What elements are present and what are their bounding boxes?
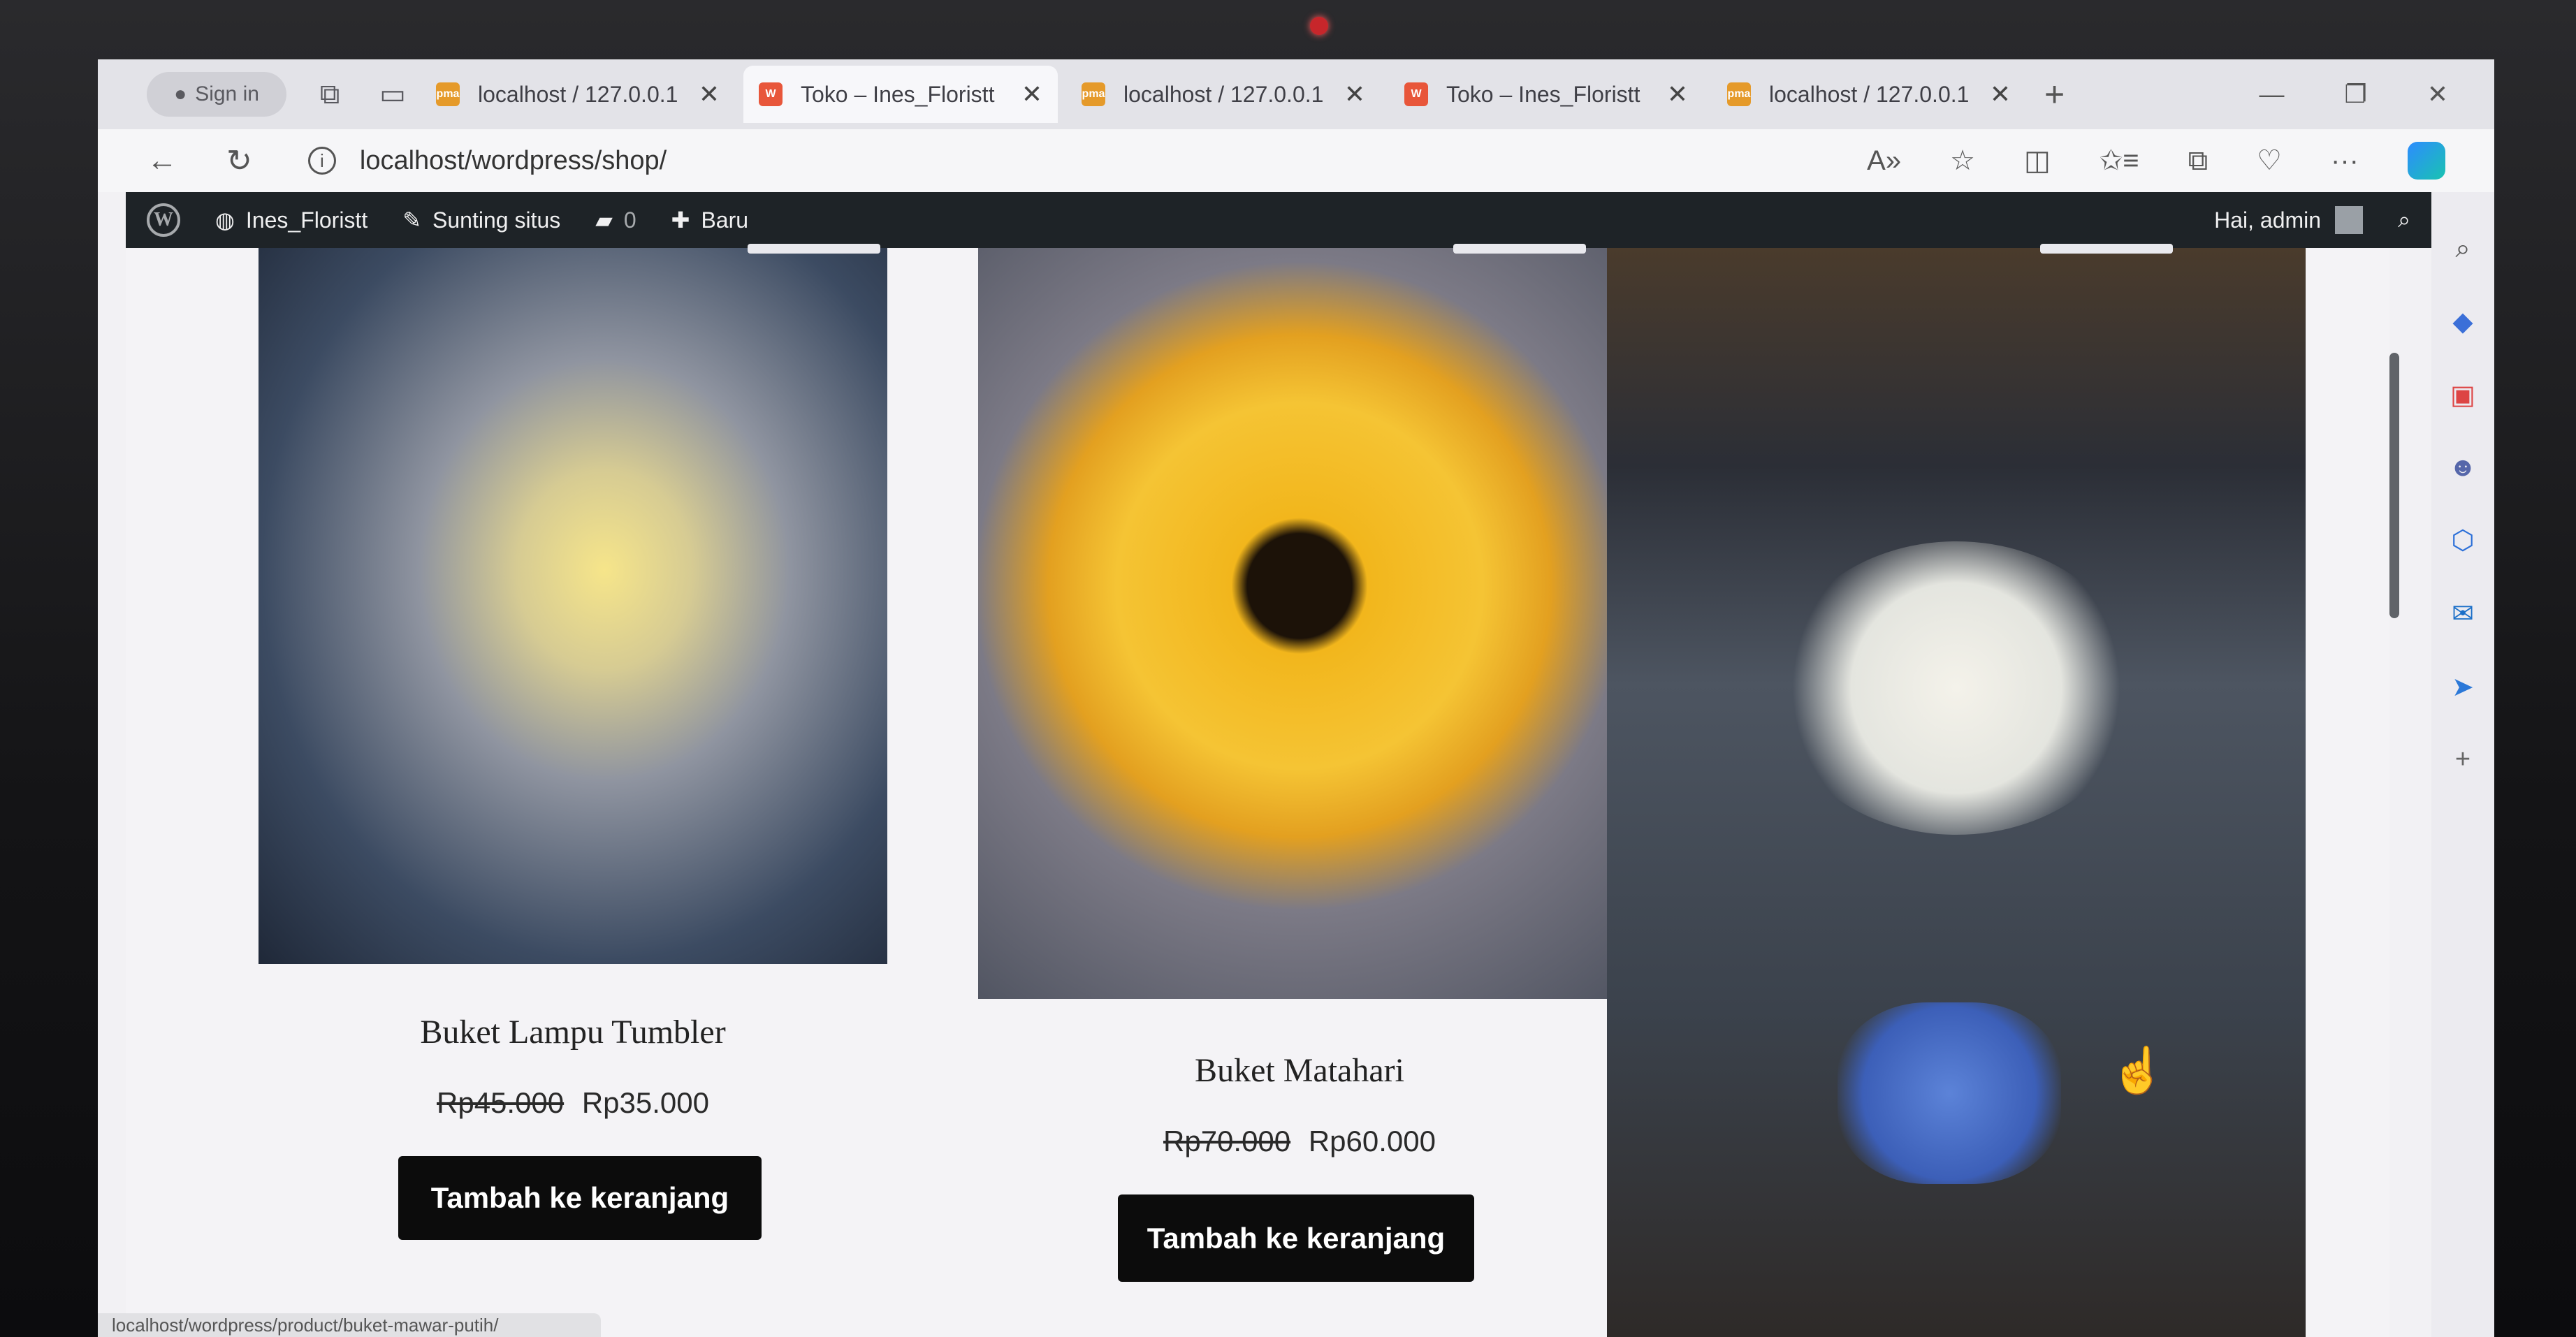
product-price: Rp70.000 Rp60.000 <box>978 1125 1621 1158</box>
blue-ribbon <box>1838 1002 2061 1184</box>
product-image-matahari[interactable] <box>978 244 1621 999</box>
info-icon[interactable]: i <box>307 147 336 175</box>
back-arrow-icon[interactable]: ← <box>147 143 177 178</box>
sale-price: Rp60.000 <box>1308 1125 1436 1157</box>
tab-actions-icon[interactable]: ▭ <box>373 75 412 114</box>
sale-price: Rp35.000 <box>581 1086 709 1119</box>
avatar <box>2335 206 2364 234</box>
browser-sidebar: ⌕ ◆ ▣ ☻ ⬡ ✉ ➤ + <box>2431 192 2494 1337</box>
wp-admin-bar: W ◍ Ines_Floristt ✎ Sunting situs ▰ 0 ✚ … <box>126 192 2431 248</box>
shopping-icon[interactable]: ▣ <box>2450 379 2475 411</box>
site-name: Ines_Floristt <box>245 207 368 233</box>
woocommerce-icon: W <box>759 82 783 106</box>
product-image-mawar-putih[interactable]: ☝ <box>1607 244 2306 1337</box>
favorite-star-icon[interactable]: ☆ <box>1950 145 1975 177</box>
toolbar-actions: A» ☆ ◫ ✩≡ ⧉ ♡ ··· <box>1867 142 2445 180</box>
webcam-light <box>1310 17 1328 35</box>
image-tab <box>748 244 880 254</box>
close-icon[interactable]: ✕ <box>699 80 720 109</box>
tab-toko-2[interactable]: W Toko – Ines_Floristt ✕ <box>1389 66 1703 123</box>
read-aloud-icon[interactable]: A» <box>1867 145 1901 177</box>
phpmyadmin-icon: pma <box>436 82 460 106</box>
tab-title: Toko – Ines_Floristt <box>801 81 995 107</box>
comment-icon: ▰ <box>595 207 613 233</box>
product-title[interactable]: Buket Matahari <box>978 1051 1621 1090</box>
tab-strip: ● Sign in ⧉ ▭ pma localhost / 127.0.0.1 … <box>98 59 2494 129</box>
old-price: Rp70.000 <box>1163 1125 1291 1157</box>
tab-localhost-2[interactable]: pma localhost / 127.0.0.1 ✕ <box>1066 66 1381 123</box>
add-to-cart-button[interactable]: Tambah ke keranjang <box>398 1156 762 1240</box>
browser-window: ● Sign in ⧉ ▭ pma localhost / 127.0.0.1 … <box>98 59 2494 1337</box>
close-icon[interactable]: ✕ <box>1021 80 1042 109</box>
profile-signin-button[interactable]: ● Sign in <box>147 72 286 117</box>
office-icon[interactable]: ⬡ <box>2451 525 2474 556</box>
product-price: Rp45.000 Rp35.000 <box>259 1086 887 1120</box>
outlook-icon[interactable]: ✉ <box>2452 598 2474 629</box>
restore-icon[interactable]: ❐ <box>2345 80 2367 109</box>
tab-title: localhost / 127.0.0.1 <box>478 81 678 107</box>
greeting: Hai, admin <box>2214 207 2322 233</box>
product-image-lampu-tumbler[interactable] <box>259 244 887 964</box>
close-icon[interactable]: ✕ <box>1344 80 1365 109</box>
adminbar-new[interactable]: ✚ Baru <box>671 207 748 233</box>
brush-icon: ✎ <box>402 207 422 233</box>
status-bar-url: localhost/wordpress/product/buket-mawar-… <box>98 1313 601 1337</box>
customize-label: Sunting situs <box>432 207 561 233</box>
comment-count: 0 <box>623 207 636 233</box>
search-icon[interactable]: ⌕ <box>2398 207 2410 233</box>
tab-title: localhost / 127.0.0.1 <box>1123 81 1324 107</box>
close-icon[interactable]: ✕ <box>1990 80 2011 109</box>
plus-icon: ✚ <box>671 207 690 233</box>
woocommerce-icon: W <box>1404 82 1428 106</box>
image-tab <box>1453 244 1586 254</box>
signin-label: Sign in <box>195 82 259 105</box>
adminbar-customize[interactable]: ✎ Sunting situs <box>402 207 560 233</box>
url-text[interactable]: localhost/wordpress/shop/ <box>360 146 667 176</box>
hand-pointer-icon: ☝ <box>2110 1045 2166 1095</box>
refresh-icon[interactable]: ↻ <box>226 143 252 179</box>
address-bar: ← ↻ i localhost/wordpress/shop/ A» ☆ ◫ ✩… <box>98 129 2494 192</box>
new-tab-icon[interactable]: + <box>2044 74 2065 115</box>
close-icon[interactable]: ✕ <box>1667 80 1688 109</box>
tab-title: Toko – Ines_Floristt <box>1446 81 1640 107</box>
more-menu-icon[interactable]: ··· <box>2331 145 2359 177</box>
split-screen-icon[interactable]: ◫ <box>2024 145 2051 177</box>
product-title[interactable]: Buket Lampu Tumbler <box>259 1013 887 1051</box>
minimize-icon[interactable]: — <box>2260 80 2285 109</box>
old-price: Rp45.000 <box>437 1086 565 1119</box>
tab-localhost-1[interactable]: pma localhost / 127.0.0.1 ✕ <box>421 66 735 123</box>
scrollbar-thumb[interactable] <box>2389 353 2399 618</box>
favorites-icon[interactable]: ✩≡ <box>2100 145 2139 177</box>
adminbar-account[interactable]: Hai, admin ⌕ <box>2214 206 2410 234</box>
copilot-icon[interactable] <box>2408 142 2445 180</box>
dashboard-icon: ◍ <box>215 207 235 233</box>
phpmyadmin-icon: pma <box>1727 82 1751 106</box>
close-window-icon[interactable]: ✕ <box>2427 80 2448 109</box>
user-icon: ● <box>174 82 187 105</box>
phpmyadmin-icon: pma <box>1082 82 1105 106</box>
tab-title: localhost / 127.0.0.1 <box>1769 81 1970 107</box>
shop-content: ☝ Buket Lampu Tumbler Rp45.000 Rp35.000 … <box>126 244 2389 1337</box>
tag-icon[interactable]: ◆ <box>2452 306 2473 337</box>
search-icon[interactable]: ⌕ <box>2455 234 2470 264</box>
wordpress-logo-icon[interactable]: W <box>147 203 180 237</box>
adminbar-site[interactable]: ◍ Ines_Floristt <box>215 207 368 233</box>
adminbar-comments[interactable]: ▰ 0 <box>595 207 636 233</box>
new-label: Baru <box>701 207 749 233</box>
url-field[interactable]: i localhost/wordpress/shop/ <box>307 146 667 176</box>
image-tab <box>2040 244 2173 254</box>
tab-localhost-3[interactable]: pma localhost / 127.0.0.1 ✕ <box>1712 66 2026 123</box>
collections-icon[interactable]: ⧉ <box>2188 145 2208 177</box>
browser-essentials-icon[interactable]: ♡ <box>2257 145 2282 177</box>
people-icon[interactable]: ☻ <box>2449 453 2477 483</box>
white-flowers <box>1775 541 2138 835</box>
tab-toko-active[interactable]: W Toko – Ines_Floristt ✕ <box>743 66 1058 123</box>
send-icon[interactable]: ➤ <box>2452 671 2474 703</box>
add-icon[interactable]: + <box>2455 745 2471 775</box>
window-controls: — ❐ ✕ <box>2260 80 2448 109</box>
add-to-cart-button[interactable]: Tambah ke keranjang <box>1118 1194 1474 1282</box>
workspaces-icon[interactable]: ⧉ <box>310 75 349 114</box>
